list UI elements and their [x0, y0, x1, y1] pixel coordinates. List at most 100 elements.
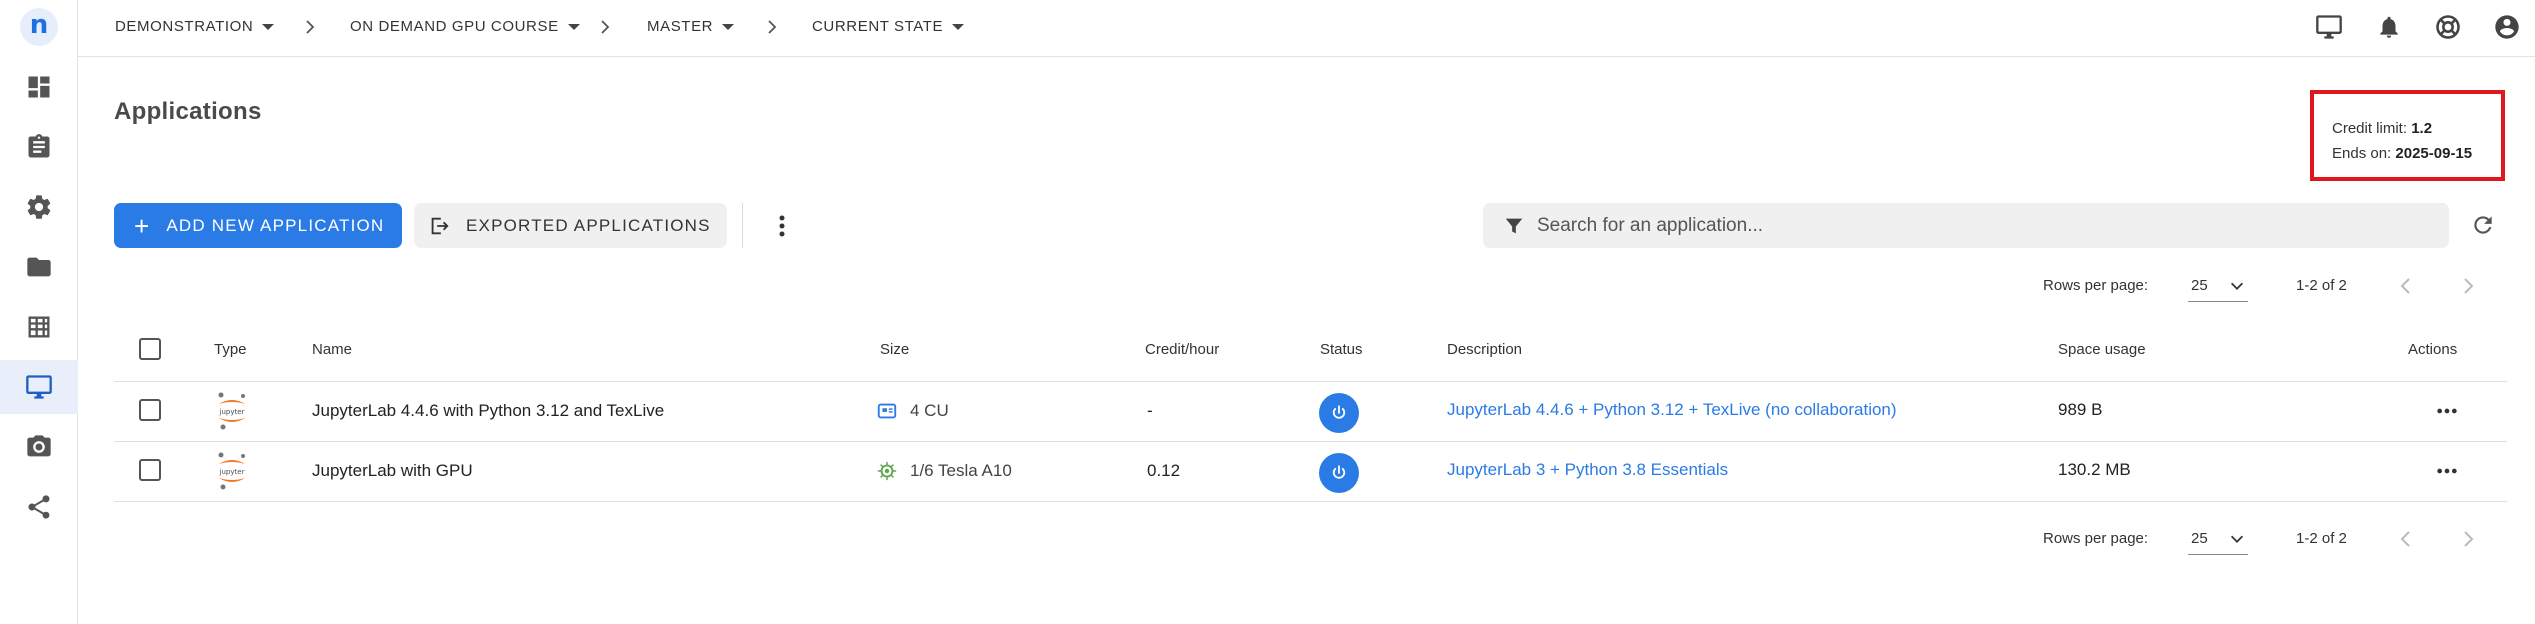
exported-applications-button[interactable]: EXPORTED APPLICATIONS: [414, 203, 727, 248]
rows-per-page-value: 25: [2191, 530, 2208, 547]
sidebar-item-datasets[interactable]: [0, 300, 78, 354]
more-horizontal-icon: [2437, 468, 2457, 474]
refresh-icon: [2474, 216, 2492, 234]
jupyter-logo-icon: jupyter: [218, 452, 245, 490]
caret-down-icon: [567, 23, 580, 30]
more-options-button[interactable]: [770, 208, 794, 244]
pagination-range: 1-2 of 2: [2296, 530, 2347, 547]
pagination-range: 1-2 of 2: [2296, 277, 2347, 294]
application-name[interactable]: JupyterLab 4.4.6 with Python 3.12 and Te…: [312, 401, 664, 421]
refresh-button[interactable]: [2468, 210, 2498, 240]
chevron-right-icon: [601, 20, 610, 34]
column-header-space[interactable]: Space usage: [2058, 341, 2146, 358]
more-horizontal-icon: [2437, 408, 2457, 414]
toolbar-divider: [742, 203, 743, 248]
chevron-down-icon: [2230, 282, 2244, 290]
export-icon: [431, 217, 449, 234]
lifebuoy-icon: [2436, 15, 2460, 39]
jupyter-logo-icon: jupyter: [218, 392, 245, 430]
row-actions-button[interactable]: [2432, 459, 2462, 483]
breadcrumb-branch[interactable]: MASTER: [647, 18, 735, 35]
next-page-icon[interactable]: [2458, 274, 2478, 298]
column-header-status[interactable]: Status: [1320, 341, 1363, 358]
credit-info-box: Credit limit: 1.2 Ends on: 2025-09-15: [2310, 90, 2505, 181]
add-new-application-button[interactable]: + ADD NEW APPLICATION: [114, 203, 402, 248]
desktop-icon: [26, 375, 52, 399]
credit-ends-label: Ends on:: [2332, 145, 2392, 162]
column-header-credit[interactable]: Credit/hour: [1145, 341, 1219, 358]
credit-limit-label: Credit limit:: [2332, 120, 2408, 137]
space-usage: 130.2 MB: [2058, 460, 2131, 479]
credit-per-hour: 0.12: [1147, 461, 1181, 480]
table-icon: [28, 316, 50, 338]
account-button[interactable]: [2492, 12, 2522, 42]
svg-text:jupyter: jupyter: [219, 468, 245, 476]
sidebar-item-share[interactable]: [0, 480, 78, 534]
breadcrumb-label: CURRENT STATE: [812, 18, 944, 35]
monitor-button[interactable]: [2314, 12, 2344, 42]
select-all-checkbox[interactable]: [139, 338, 161, 360]
gear-icon: [27, 195, 51, 219]
notifications-button[interactable]: [2374, 12, 2404, 42]
size-cell: 4 CU: [876, 400, 949, 422]
table-header: Type Name Size Credit/hour Status Descri…: [114, 330, 2507, 382]
sidebar-item-applications[interactable]: [0, 360, 78, 414]
row-actions-button[interactable]: [2432, 399, 2462, 423]
breadcrumb-state[interactable]: CURRENT STATE: [812, 18, 965, 35]
previous-page-icon[interactable]: [2396, 527, 2416, 551]
clipboard-icon: [28, 134, 50, 158]
search-bar[interactable]: [1483, 203, 2449, 248]
pagination-top: Rows per page: 25 1-2 of 2: [2040, 266, 2500, 306]
column-header-actions: Actions: [2408, 341, 2458, 358]
next-page-icon[interactable]: [2458, 527, 2478, 551]
application-description-link[interactable]: JupyterLab 3 + Python 3.8 Essentials: [1447, 460, 1728, 480]
credit-limit-value: 1.2: [2411, 120, 2433, 137]
caret-down-icon: [952, 23, 965, 30]
application-description-link[interactable]: JupyterLab 4.4.6 + Python 3.12 + TexLive…: [1447, 400, 1897, 420]
logo-letter: n: [29, 10, 49, 40]
share-icon: [28, 495, 50, 519]
sidebar-item-snapshots[interactable]: [0, 420, 78, 474]
table-row[interactable]: jupyter JupyterLab 4.4.6 with Python 3.1…: [114, 382, 2507, 442]
column-header-description[interactable]: Description: [1447, 341, 1522, 358]
help-button[interactable]: [2433, 12, 2463, 42]
space-usage: 989 B: [2058, 400, 2103, 419]
top-bar: DEMONSTRATION ON DEMAND GPU COURSE MASTE…: [78, 0, 2535, 57]
row-checkbox[interactable]: [139, 399, 161, 421]
application-name[interactable]: JupyterLab with GPU: [312, 461, 473, 481]
search-input[interactable]: [1537, 214, 2437, 237]
chevron-down-icon: [2230, 535, 2244, 543]
bell-icon: [2380, 16, 2398, 38]
power-icon: [1332, 405, 1346, 419]
cpu-icon: [877, 403, 897, 419]
column-header-size[interactable]: Size: [880, 341, 909, 358]
breadcrumb-organization[interactable]: DEMONSTRATION: [115, 18, 275, 35]
row-checkbox[interactable]: [139, 459, 161, 481]
caret-down-icon: [722, 23, 735, 30]
breadcrumb-project[interactable]: ON DEMAND GPU COURSE: [350, 18, 580, 35]
size-cell: 1/6 Tesla A10: [876, 460, 1012, 482]
dashboard-icon: [28, 76, 50, 98]
folder-icon: [27, 257, 51, 277]
app-logo[interactable]: n: [20, 8, 58, 46]
rows-per-page-select[interactable]: 25: [2188, 270, 2248, 302]
more-vertical-icon: [779, 215, 785, 237]
credit-per-hour: -: [1147, 401, 1153, 420]
add-new-application-label: ADD NEW APPLICATION: [166, 215, 385, 235]
column-header-type[interactable]: Type: [214, 341, 247, 358]
caret-down-icon: [262, 23, 275, 30]
table-row[interactable]: jupyter JupyterLab with GPU 1/6 Tesla A1…: [114, 442, 2507, 502]
credit-ends-value: 2025-09-15: [2395, 145, 2473, 162]
previous-page-icon[interactable]: [2396, 274, 2416, 298]
sidebar-item-files[interactable]: [0, 240, 78, 294]
start-application-button[interactable]: [1319, 393, 1359, 433]
column-header-name[interactable]: Name: [312, 341, 352, 358]
start-application-button[interactable]: [1319, 453, 1359, 493]
sidebar: n: [0, 0, 78, 624]
pagination-bottom: Rows per page: 25 1-2 of 2: [2040, 519, 2500, 559]
rows-per-page-select[interactable]: 25: [2188, 523, 2248, 555]
sidebar-item-dashboard[interactable]: [0, 60, 78, 114]
svg-text:jupyter: jupyter: [219, 408, 245, 416]
sidebar-item-settings[interactable]: [0, 180, 78, 234]
sidebar-item-assignments[interactable]: [0, 120, 78, 174]
